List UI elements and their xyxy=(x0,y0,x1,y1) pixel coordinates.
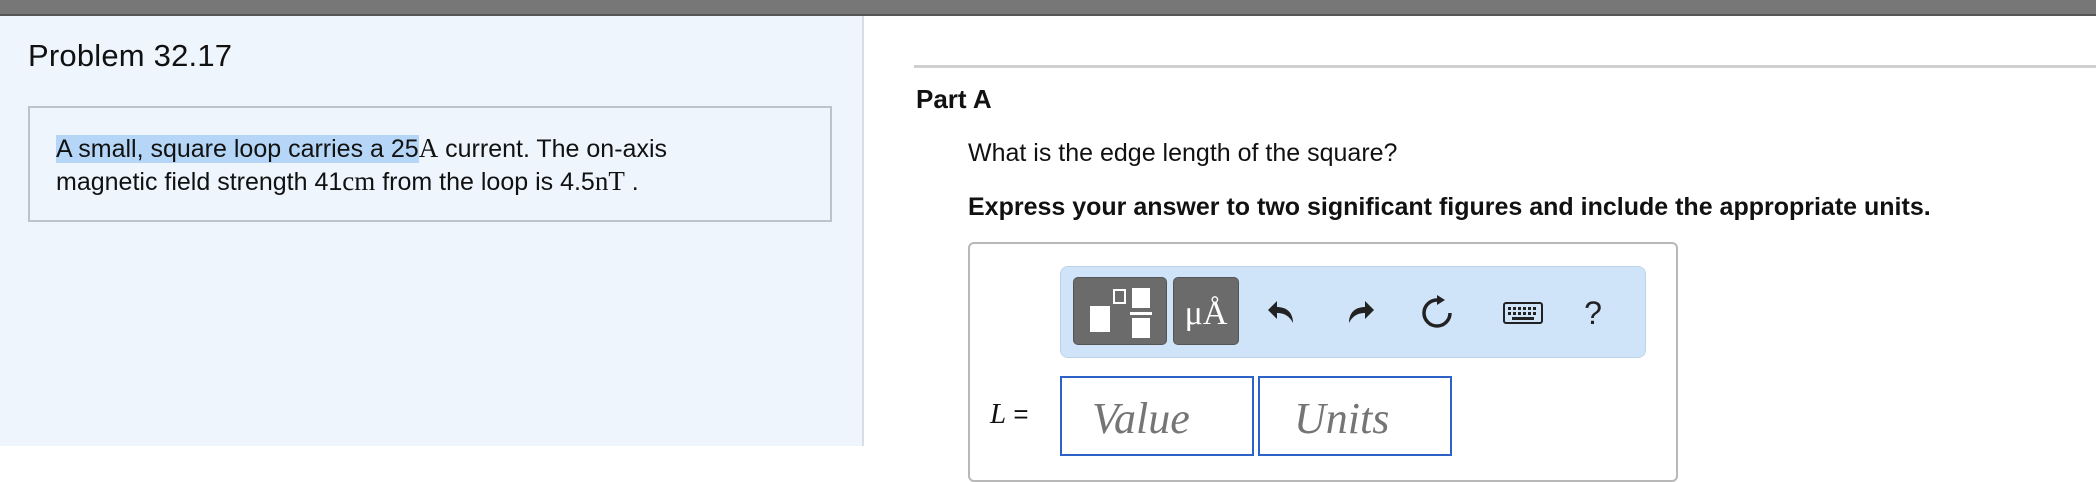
instruction-text: Express your answer to two significant f… xyxy=(968,193,1931,221)
field-unit: nT xyxy=(594,166,625,196)
help-icon: ? xyxy=(1584,294,1602,331)
units-input[interactable] xyxy=(1258,376,1452,456)
undo-icon xyxy=(1268,301,1293,323)
part-label[interactable]: Part A xyxy=(916,84,992,115)
units-button[interactable]: μÅ xyxy=(1173,277,1239,345)
current-unit: A xyxy=(418,133,439,163)
question-text: What is the edge length of the square? xyxy=(968,139,1398,167)
statement-text-1: current. The on-axis xyxy=(438,135,667,163)
redo-button[interactable] xyxy=(1337,291,1381,335)
statement-text-2: magnetic field strength 41 xyxy=(56,168,343,196)
templates-icon xyxy=(1074,288,1168,350)
reset-button[interactable] xyxy=(1415,291,1459,335)
problem-title: Problem 32.17 xyxy=(28,38,233,73)
part-divider xyxy=(914,65,2096,68)
answer-variable-label: L = xyxy=(990,398,1029,431)
keyboard-button[interactable] xyxy=(1501,291,1545,335)
math-toolbar: μÅ ? xyxy=(1060,266,1646,358)
keyboard-icon xyxy=(1503,302,1543,324)
answer-box: μÅ ? L = Value Units xyxy=(968,242,1678,482)
variable-name: L xyxy=(990,398,1007,430)
problem-statement-box: A small, square loop carries a 25A curre… xyxy=(28,106,832,222)
distance-unit: cm xyxy=(342,166,376,196)
problem-pane: Problem 32.17 A small, square loop carri… xyxy=(0,16,864,446)
window-top-bar xyxy=(0,0,2096,16)
problem-statement: A small, square loop carries a 25A curre… xyxy=(56,132,816,198)
undo-button[interactable] xyxy=(1261,291,1305,335)
help-button[interactable]: ? xyxy=(1571,291,1615,335)
highlighted-text: A small, square loop carries a 25 xyxy=(56,135,419,163)
statement-text-end: . xyxy=(624,168,639,196)
value-input[interactable] xyxy=(1060,376,1254,456)
reset-icon xyxy=(1422,295,1452,328)
equals-sign: = xyxy=(1006,399,1029,429)
statement-text-3: from the loop is 4.5 xyxy=(375,168,595,196)
answer-pane: Part A What is the edge length of the sq… xyxy=(864,16,2096,482)
redo-icon xyxy=(1349,301,1374,323)
templates-button[interactable] xyxy=(1073,277,1167,345)
